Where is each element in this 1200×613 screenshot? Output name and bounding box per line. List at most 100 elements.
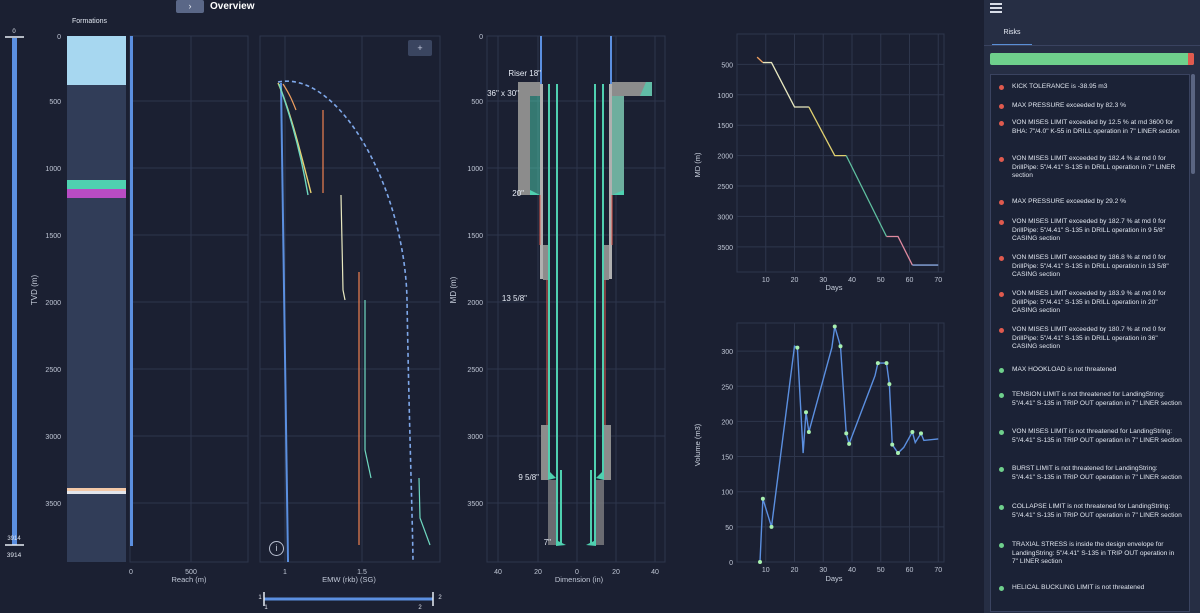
risk-item-text: BURST LIMIT is not threatened for Landin…: [1012, 465, 1182, 481]
risk-red-icon: [999, 200, 1004, 205]
volume-chart-x-tick: 50: [877, 567, 885, 574]
dimension-y-tick: 500: [471, 99, 483, 106]
risk-list-scrollbar[interactable]: [1191, 74, 1195, 174]
volume-chart-y-tick: 0: [729, 560, 733, 567]
risk-item-text: VON MISES LIMIT is not threatened for La…: [1012, 428, 1182, 444]
volume-data-point: [919, 431, 923, 436]
emw-slider-max: 2: [438, 595, 442, 601]
dimension-y-tick: 1500: [467, 233, 483, 240]
formation-layer-2[interactable]: [67, 180, 126, 189]
dimension-y-tick: 2500: [467, 367, 483, 374]
risk-item-text: KICK TOLERANCE is -38.95 m3: [1012, 83, 1108, 90]
emw-slider-min: 1: [258, 595, 262, 601]
dimension-y-tick: 3000: [467, 434, 483, 441]
formation-base[interactable]: [67, 36, 126, 562]
volume-data-point: [896, 451, 900, 456]
md-chart-y-tick: 1500: [717, 123, 733, 130]
casing-9-5-8-right[interactable]: [594, 84, 596, 544]
dimension-x-tick: 20: [612, 569, 620, 576]
risk-red-icon: [999, 104, 1004, 109]
risk-item-text: VON MISES LIMIT exceeded by 182.7 % at m…: [1012, 218, 1166, 243]
casing-9-5-8-left[interactable]: [556, 84, 558, 544]
tab-risks[interactable]: Risks: [992, 24, 1032, 46]
volume-data-point: [887, 382, 892, 387]
volume-chart-ylabel: Volume (m3): [693, 423, 702, 466]
risk-item-text: VON MISES LIMIT exceeded by 182.4 % at m…: [1012, 155, 1176, 180]
reach-tick-0: 0: [129, 569, 133, 576]
volume-data-point: [844, 431, 849, 436]
dimension-axis-title: Dimension (in): [555, 575, 604, 584]
casing-13-5-8-left[interactable]: [548, 84, 550, 479]
risk-item-text: VON MISES LIMIT exceeded by 183.9 % at m…: [1012, 290, 1166, 315]
casing-20-right[interactable]: [609, 84, 612, 279]
md-chart-y-tick: 500: [721, 62, 733, 69]
risk-list[interactable]: KICK TOLERANCE is -38.95 m3 MAX PRESSURE …: [990, 74, 1190, 612]
volume-data-point: [795, 345, 800, 350]
risk-summary-bar: [990, 53, 1194, 65]
risk-green-icon: [999, 586, 1004, 591]
risk-item-text: TENSION LIMIT is not threatened for Land…: [1012, 391, 1182, 407]
risk-red-icon: [999, 220, 1004, 225]
volume-chart-y-tick: 300: [721, 349, 733, 356]
dimension-y-tick: 3500: [467, 501, 483, 508]
md-chart-x-tick: 60: [906, 277, 914, 284]
formation-layer-1[interactable]: [67, 36, 126, 85]
risk-red-icon: [999, 256, 1004, 261]
md-chart-x-tick: 70: [934, 277, 942, 284]
risks-panel: Risks KICK TOLERANCE is -38.95 m3 MAX PRE…: [984, 0, 1200, 613]
volume-chart-x-tick: 40: [848, 567, 856, 574]
volume-chart-x-tick: 20: [791, 567, 799, 574]
info-icon[interactable]: i: [269, 541, 284, 556]
emw-fracture-line: [277, 80, 414, 561]
dimension-y-tick: 2000: [467, 300, 483, 307]
casing-7-left[interactable]: [560, 470, 562, 545]
md-days-chart: MD (m) Days 10 20 30 40 50 60 70 500 1000 1500 200…: [693, 33, 945, 292]
dimension-axis-ylabel: MD (m): [449, 276, 458, 303]
emw-section-line-4: [364, 300, 372, 479]
emw-slider-left-value: 1: [264, 605, 268, 611]
tab-divider: [984, 45, 1200, 46]
nav-toggle-button[interactable]: ›: [176, 0, 204, 13]
main-canvas: 0 3914 3914 TVD (m) 05001000150020002500…: [5, 29, 945, 611]
volume-data-point: [847, 441, 852, 446]
tvd-tick-label: 0: [57, 34, 61, 41]
md-chart-x-tick: 50: [877, 277, 885, 284]
md-chart-y-tick: 3500: [717, 245, 733, 252]
risk-item-text: MAX PRESSURE exceeded by 82.3 %: [1012, 102, 1126, 109]
volume-data-point: [875, 361, 880, 366]
emw-section-line-5: [418, 477, 431, 546]
risk-summary-bar-red: [1188, 53, 1194, 65]
volume-chart-x-tick: 70: [934, 567, 942, 574]
volume-chart-y-tick: 200: [721, 419, 733, 426]
casing-label: 13 5/8": [502, 294, 527, 303]
reach-trajectory: [130, 36, 133, 546]
md-chart-xlabel: Days: [825, 283, 842, 292]
volume-data-point: [910, 429, 915, 434]
volume-chart-x-tick: 10: [762, 567, 770, 574]
risk-item-text: VON MISES LIMIT exceeded by 186.8 % at m…: [1012, 254, 1169, 279]
risk-green-icon: [999, 430, 1004, 435]
emw-slider-right-value: 2: [418, 605, 422, 611]
tvd-scale-bar[interactable]: [12, 38, 17, 545]
volume-chart-y-tick: 50: [725, 525, 733, 532]
formation-layer-4[interactable]: [67, 488, 126, 491]
tvd-bottom-label: 3914: [7, 552, 22, 559]
md-chart-y-tick: 2500: [717, 184, 733, 191]
dimension-x-tick: 20: [534, 569, 542, 576]
formations-label: Formations: [72, 18, 108, 25]
casing-20-left[interactable]: [540, 84, 543, 279]
casing-13-5-8-right[interactable]: [602, 84, 604, 479]
menu-icon[interactable]: [990, 3, 1002, 13]
emw-axis-title: EMW (rkb) (SG): [322, 575, 376, 584]
tvd-axis-title: TVD (m): [30, 275, 39, 306]
emw-add-button[interactable]: +: [408, 40, 432, 56]
formation-layer-3[interactable]: [67, 189, 126, 198]
risk-item-text: MAX HOOKLOAD is not threatened: [1012, 366, 1117, 373]
casing-7-right[interactable]: [590, 470, 592, 545]
md-chart-x-tick: 20: [791, 277, 799, 284]
emw-section-line-2: [340, 194, 346, 301]
risk-red-icon: [999, 328, 1004, 333]
md-chart-ylabel: MD (m): [693, 152, 702, 177]
md-series-line: [808, 106, 847, 157]
formation-layer-5[interactable]: [67, 491, 126, 494]
